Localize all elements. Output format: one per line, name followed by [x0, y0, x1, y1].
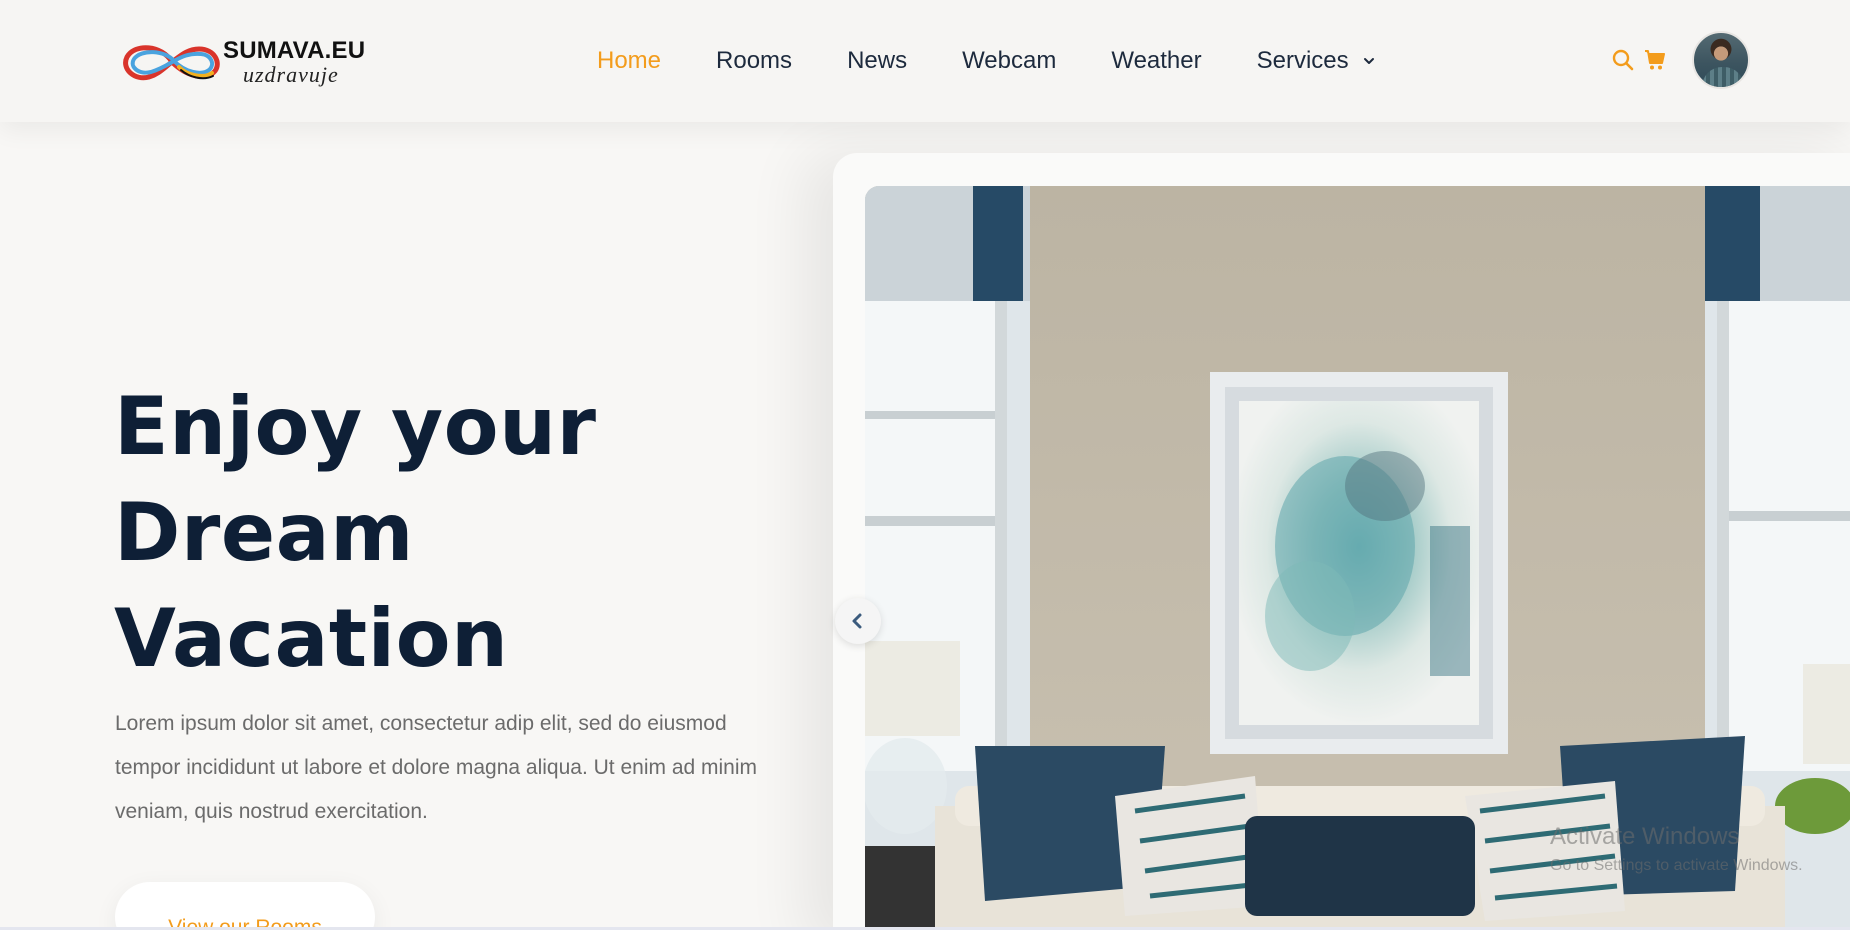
watermark-title: Activate Windows — [1550, 823, 1740, 850]
brand-subtitle: uzdravuje — [243, 62, 339, 87]
windows-activation-watermark: Activate Windows Go to Settings to activ… — [1550, 822, 1850, 878]
cart-button[interactable] — [1640, 45, 1670, 75]
nav-item-rooms[interactable]: Rooms — [716, 47, 792, 75]
site-header: SUMAVA.EU uzdravuje Home Rooms News Webc… — [0, 0, 1850, 122]
carousel-prev-button[interactable] — [835, 598, 881, 644]
nav-item-services[interactable]: Services — [1257, 47, 1375, 75]
nav-item-webcam[interactable]: Webcam — [962, 47, 1056, 75]
user-avatar[interactable] — [1692, 31, 1750, 89]
chevron-down-icon — [1363, 58, 1374, 64]
view-rooms-button[interactable]: View our Rooms — [115, 882, 375, 930]
cart-icon — [1645, 50, 1665, 70]
main-nav: Home Rooms News Webcam Weather Services — [597, 44, 1430, 78]
watermark-subtitle: Go to Settings to activate Windows. — [1550, 857, 1803, 874]
search-icon — [1612, 49, 1634, 71]
hero-description: Lorem ipsum dolor sit amet, consectetur … — [115, 712, 758, 823]
living-room-image — [865, 186, 1850, 930]
header-actions — [1608, 30, 1750, 90]
hero-title-line-3: Vacation — [114, 592, 509, 685]
nav-item-news[interactable]: News — [847, 47, 907, 75]
hero-title-line-1: Enjoy your — [114, 380, 597, 473]
hero-room-photo — [865, 186, 1850, 930]
hero-title: Enjoy your Dream Vacation — [114, 374, 754, 692]
nav-item-weather[interactable]: Weather — [1111, 47, 1201, 75]
hero-title-line-2: Dream — [114, 486, 414, 579]
nav-item-services-label: Services — [1256, 47, 1349, 74]
brand-title: SUMAVA.EU — [223, 37, 366, 64]
chevron-left-icon — [852, 613, 862, 629]
infinity-logo-icon — [123, 45, 220, 81]
brand-logo[interactable]: SUMAVA.EU uzdravuje — [117, 34, 377, 90]
search-button[interactable] — [1608, 45, 1638, 75]
nav-item-home[interactable]: Home — [597, 47, 661, 75]
